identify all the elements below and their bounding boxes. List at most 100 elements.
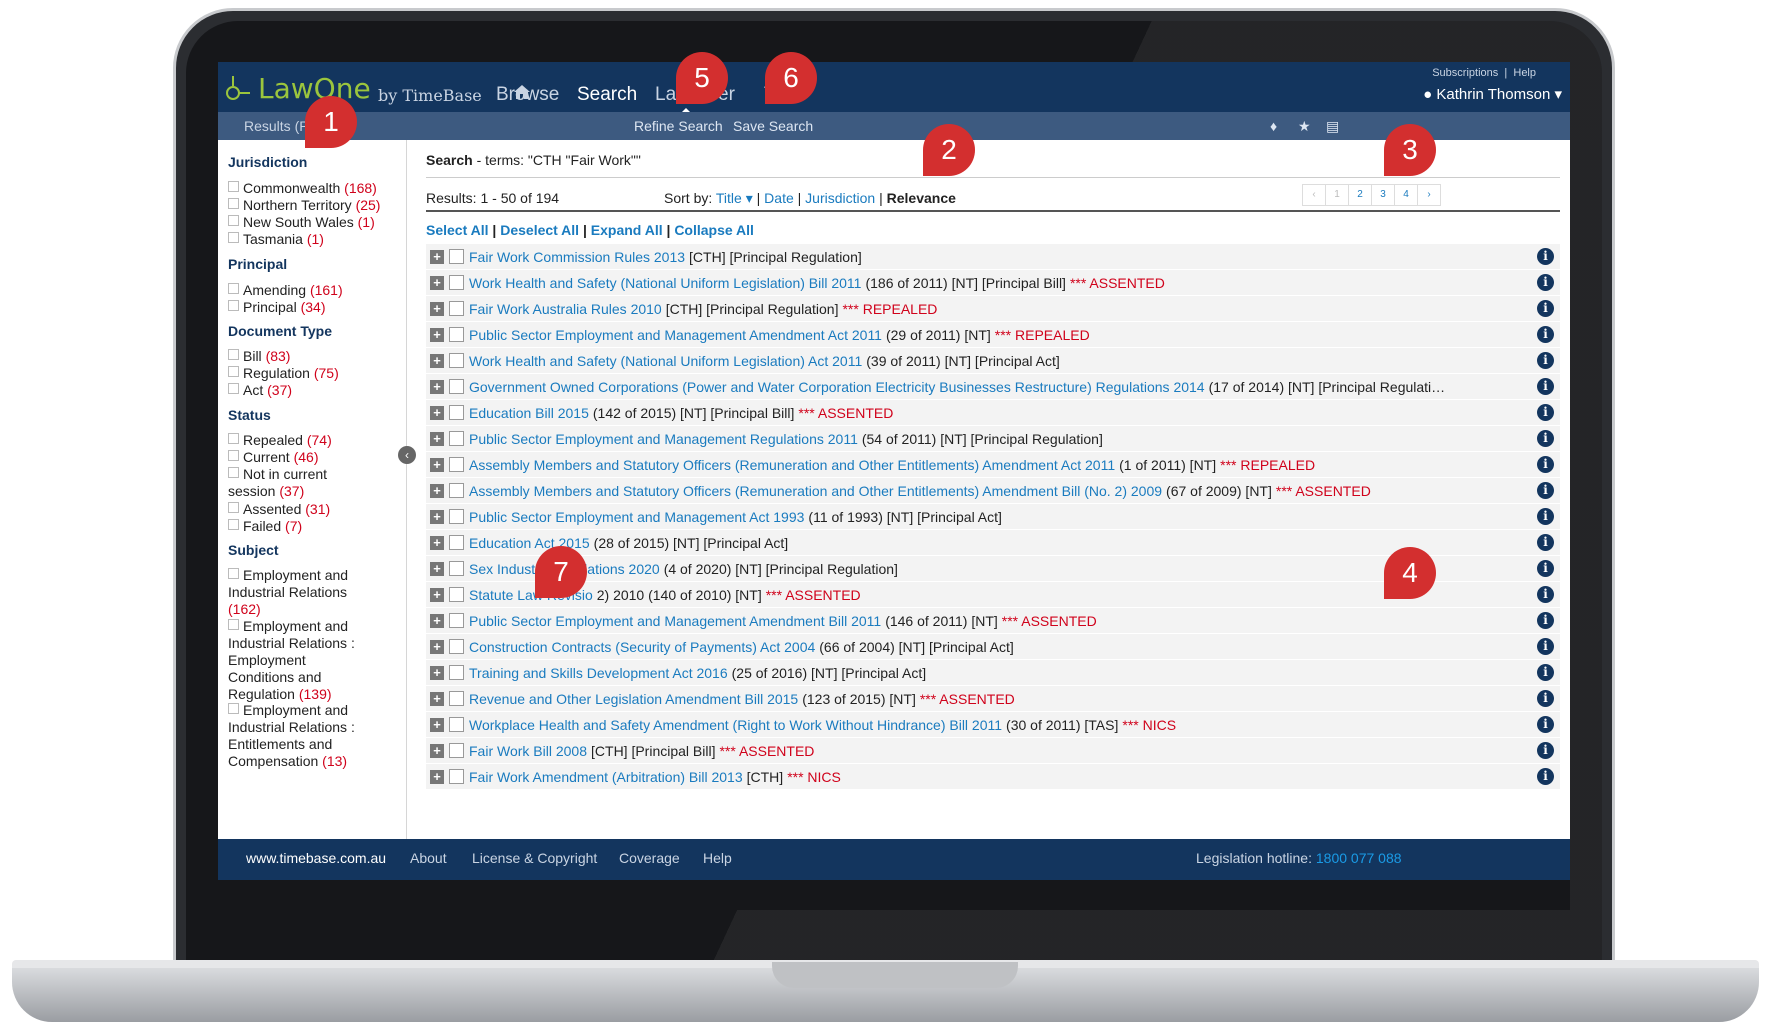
facet-item[interactable]: Act (37) bbox=[228, 382, 292, 398]
row-checkbox[interactable] bbox=[449, 587, 464, 602]
info-icon[interactable]: i bbox=[1537, 742, 1554, 759]
info-icon[interactable]: i bbox=[1537, 352, 1554, 369]
info-icon[interactable]: i bbox=[1537, 716, 1554, 733]
expand-all-link[interactable]: Expand All bbox=[591, 222, 663, 238]
facet-item[interactable]: Repealed (74) bbox=[228, 432, 332, 448]
result-title-link[interactable]: Training and Skills Development Act 2016 bbox=[469, 665, 728, 681]
plus-icon[interactable]: + bbox=[430, 535, 444, 550]
info-icon[interactable]: i bbox=[1537, 326, 1554, 343]
row-checkbox[interactable] bbox=[449, 275, 464, 290]
plus-icon[interactable]: + bbox=[430, 483, 444, 498]
sort-jurisdiction[interactable]: Jurisdiction bbox=[805, 190, 875, 206]
row-checkbox[interactable] bbox=[449, 691, 464, 706]
facet-item[interactable]: Current (46) bbox=[228, 449, 318, 465]
plus-icon[interactable]: + bbox=[430, 769, 444, 784]
info-icon[interactable]: i bbox=[1537, 612, 1554, 629]
info-icon[interactable]: i bbox=[1537, 404, 1554, 421]
facet-item[interactable]: Principal (34) bbox=[228, 299, 326, 315]
plus-icon[interactable]: + bbox=[430, 379, 444, 394]
sort-relevance[interactable]: Relevance bbox=[887, 190, 956, 206]
plus-icon[interactable]: + bbox=[430, 613, 444, 628]
plus-icon[interactable]: + bbox=[430, 587, 444, 602]
print-icon[interactable]: ▤ bbox=[1326, 118, 1339, 135]
info-icon[interactable]: i bbox=[1537, 690, 1554, 707]
footer-coverage[interactable]: Coverage bbox=[619, 850, 680, 866]
nav-browse[interactable]: Browse bbox=[496, 84, 559, 106]
result-title-link[interactable]: Government Owned Corporations (Power and… bbox=[469, 379, 1205, 395]
footer-about[interactable]: About bbox=[410, 850, 447, 866]
info-icon[interactable]: i bbox=[1537, 768, 1554, 785]
plus-icon[interactable]: + bbox=[430, 327, 444, 342]
facet-item[interactable]: Employment and Industrial Relations : En… bbox=[228, 702, 358, 770]
result-title-link[interactable]: Work Health and Safety (National Uniform… bbox=[469, 353, 862, 369]
pager-next[interactable]: › bbox=[1418, 185, 1440, 205]
result-title-link[interactable]: Construction Contracts (Security of Paym… bbox=[469, 639, 815, 655]
facet-item[interactable]: Employment and Industrial Relations (162… bbox=[228, 567, 358, 618]
info-icon[interactable]: i bbox=[1537, 378, 1554, 395]
footer-url[interactable]: www.timebase.com.au bbox=[246, 850, 386, 866]
info-icon[interactable]: i bbox=[1537, 534, 1554, 551]
result-title-link[interactable]: Education Bill 2015 bbox=[469, 405, 589, 421]
facet-item[interactable]: Tasmania (1) bbox=[228, 231, 324, 247]
chevron-left-icon[interactable]: ‹ bbox=[398, 446, 416, 464]
subscriptions-link[interactable]: Subscriptions bbox=[1432, 67, 1498, 79]
plus-icon[interactable]: + bbox=[430, 457, 444, 472]
info-icon[interactable]: i bbox=[1537, 456, 1554, 473]
info-icon[interactable]: i bbox=[1537, 430, 1554, 447]
result-title-link[interactable]: Assembly Members and Statutory Officers … bbox=[469, 457, 1115, 473]
plus-icon[interactable]: + bbox=[430, 717, 444, 732]
bell-icon[interactable]: ♦ bbox=[1270, 118, 1277, 134]
plus-icon[interactable]: + bbox=[430, 353, 444, 368]
save-search-button[interactable]: Save Search bbox=[733, 118, 813, 134]
row-checkbox[interactable] bbox=[449, 665, 464, 680]
result-title-link[interactable]: Fair Work Australia Rules 2010 bbox=[469, 301, 662, 317]
result-title-link[interactable]: Revenue and Other Legislation Amendment … bbox=[469, 691, 798, 707]
help-link[interactable]: Help bbox=[1513, 67, 1536, 79]
row-checkbox[interactable] bbox=[449, 613, 464, 628]
result-title-link[interactable]: Workplace Health and Safety Amendment (R… bbox=[469, 717, 1002, 733]
plus-icon[interactable]: + bbox=[430, 639, 444, 654]
info-icon[interactable]: i bbox=[1537, 560, 1554, 577]
facet-item[interactable]: Commonwealth (168) bbox=[228, 180, 377, 196]
facet-item[interactable]: New South Wales (1) bbox=[228, 214, 375, 230]
info-icon[interactable]: i bbox=[1537, 664, 1554, 681]
row-checkbox[interactable] bbox=[449, 353, 464, 368]
plus-icon[interactable]: + bbox=[430, 431, 444, 446]
info-icon[interactable]: i bbox=[1537, 586, 1554, 603]
plus-icon[interactable]: + bbox=[430, 249, 444, 264]
pager-page[interactable]: 4 bbox=[1395, 185, 1418, 205]
row-checkbox[interactable] bbox=[449, 457, 464, 472]
info-icon[interactable]: i bbox=[1537, 482, 1554, 499]
facet-item[interactable]: Not in current session (37) bbox=[228, 466, 378, 500]
deselect-all-link[interactable]: Deselect All bbox=[500, 222, 579, 238]
row-checkbox[interactable] bbox=[449, 743, 464, 758]
footer-license[interactable]: License & Copyright bbox=[472, 850, 597, 866]
info-icon[interactable]: i bbox=[1537, 248, 1554, 265]
hotline-number[interactable]: 1800 077 088 bbox=[1316, 850, 1402, 866]
info-icon[interactable]: i bbox=[1537, 274, 1554, 291]
row-checkbox[interactable] bbox=[449, 561, 464, 576]
row-checkbox[interactable] bbox=[449, 483, 464, 498]
result-title-link[interactable]: Fair Work Amendment (Arbitration) Bill 2… bbox=[469, 769, 743, 785]
row-checkbox[interactable] bbox=[449, 405, 464, 420]
pager-page[interactable]: 2 bbox=[1349, 185, 1372, 205]
pager-prev[interactable]: ‹ bbox=[1303, 185, 1326, 205]
sort-title[interactable]: Title bbox=[716, 190, 742, 206]
refine-search-button[interactable]: Refine Search bbox=[634, 118, 723, 134]
user-menu[interactable]: ● Kathrin Thomson ▾ bbox=[1423, 85, 1562, 103]
plus-icon[interactable]: + bbox=[430, 275, 444, 290]
facet-item[interactable]: Failed (7) bbox=[228, 518, 302, 534]
logo-text[interactable]: LawOne bbox=[258, 72, 371, 105]
result-title-link[interactable]: Work Health and Safety (National Uniform… bbox=[469, 275, 861, 291]
facet-item[interactable]: Northern Territory (25) bbox=[228, 197, 380, 213]
plus-icon[interactable]: + bbox=[430, 405, 444, 420]
info-icon[interactable]: i bbox=[1537, 638, 1554, 655]
result-title-link[interactable]: Public Sector Employment and Management … bbox=[469, 613, 881, 629]
plus-icon[interactable]: + bbox=[430, 691, 444, 706]
facet-item[interactable]: Regulation (75) bbox=[228, 365, 339, 381]
result-title-link[interactable]: Assembly Members and Statutory Officers … bbox=[469, 483, 1162, 499]
info-icon[interactable]: i bbox=[1537, 508, 1554, 525]
select-all-link[interactable]: Select All bbox=[426, 222, 489, 238]
row-checkbox[interactable] bbox=[449, 535, 464, 550]
facet-item[interactable]: Employment and Industrial Relations : Em… bbox=[228, 618, 358, 703]
